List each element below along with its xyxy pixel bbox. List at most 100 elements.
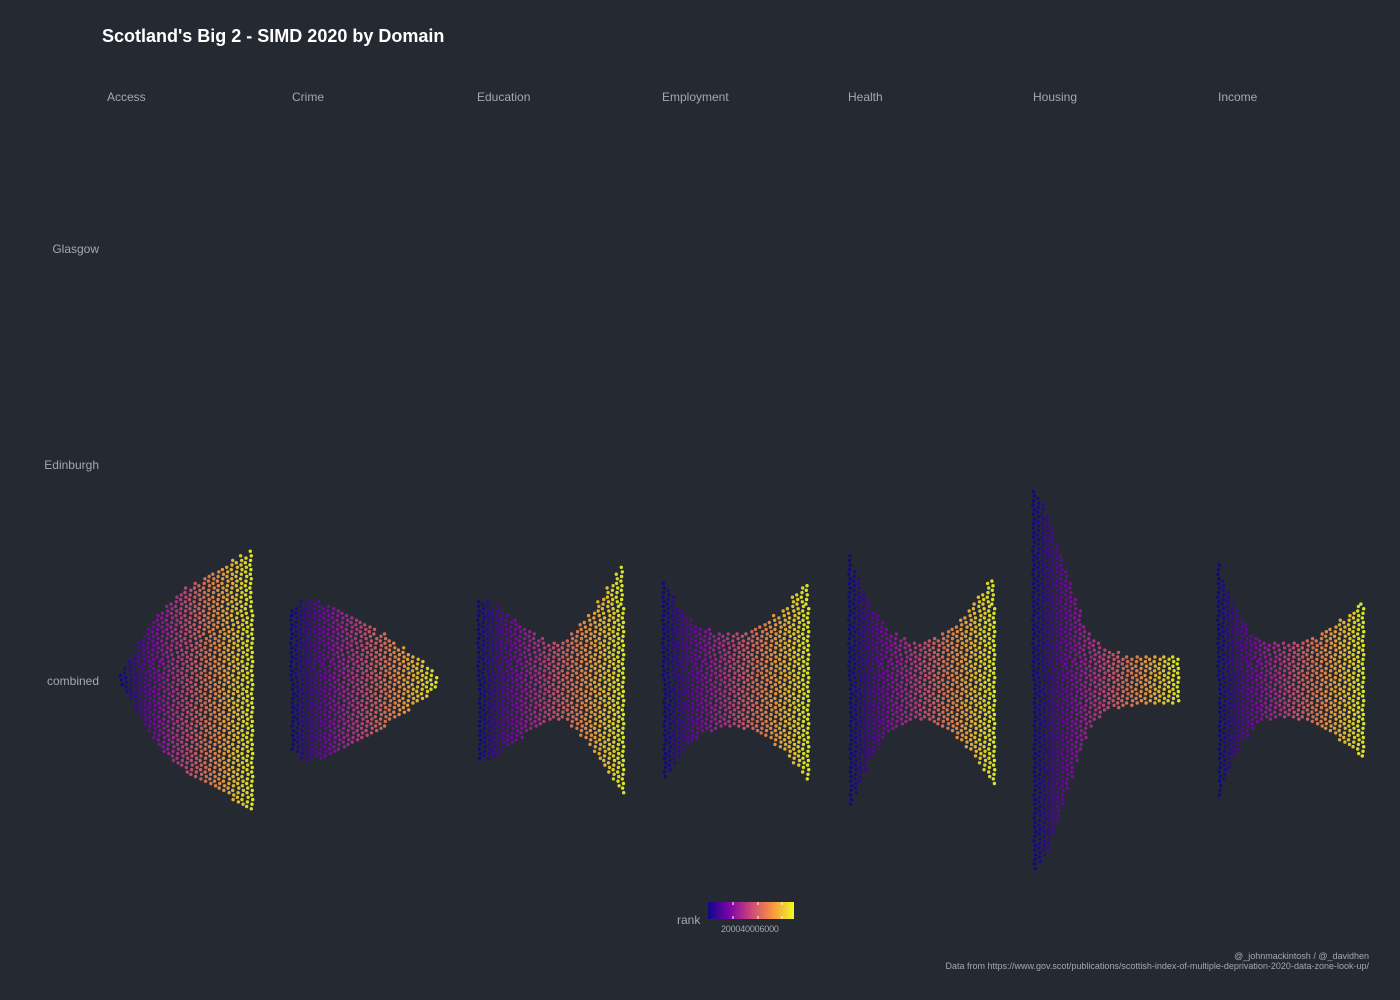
data-point [797, 712, 802, 717]
data-point [181, 676, 185, 680]
data-point [337, 742, 341, 747]
data-point [931, 669, 935, 673]
data-point [488, 678, 492, 682]
data-point [166, 742, 171, 747]
data-point [369, 712, 373, 717]
data-point [536, 643, 540, 648]
data-point [1041, 669, 1045, 673]
data-point [909, 699, 913, 703]
data-point [987, 687, 991, 691]
data-point [662, 600, 666, 604]
data-point [342, 676, 347, 680]
data-point [248, 604, 253, 609]
data-point [959, 659, 964, 664]
data-point [805, 671, 810, 675]
data-point [525, 715, 529, 719]
data-point [139, 710, 143, 714]
data-point [167, 738, 171, 742]
data-point [358, 630, 363, 634]
data-point [792, 678, 796, 682]
data-point [198, 643, 202, 648]
data-point [787, 685, 792, 689]
data-point [1045, 607, 1050, 611]
data-point [220, 604, 224, 609]
data-point [152, 685, 157, 689]
data-point [392, 673, 396, 678]
data-point [760, 722, 765, 726]
data-point [773, 682, 778, 687]
data-point [332, 745, 336, 749]
data-point [932, 687, 936, 691]
data-point [847, 659, 852, 664]
data-point [1046, 841, 1051, 845]
data-point [342, 712, 346, 717]
data-point [670, 650, 674, 655]
data-point [227, 685, 232, 689]
data-point [983, 758, 988, 763]
data-point [751, 703, 755, 707]
data-point [293, 648, 298, 652]
data-point [852, 657, 856, 661]
data-point [181, 662, 185, 666]
data-point [987, 641, 991, 645]
data-point [402, 669, 406, 673]
data-point [847, 627, 851, 632]
data-point [695, 685, 699, 689]
data-point [787, 712, 791, 717]
data-point [240, 558, 244, 563]
data-point [686, 708, 691, 712]
data-point [579, 627, 583, 632]
data-point [1032, 669, 1036, 673]
data-point [570, 659, 575, 664]
data-point [388, 689, 392, 694]
data-point [483, 735, 487, 740]
data-point [663, 751, 668, 756]
data-point [769, 634, 773, 638]
data-point [143, 689, 147, 694]
data-point [584, 676, 589, 680]
data-point [332, 699, 336, 703]
data-point [1061, 701, 1065, 705]
data-point [662, 770, 666, 774]
data-point [556, 653, 560, 657]
data-point [308, 623, 312, 627]
data-point [322, 625, 326, 629]
data-point [232, 724, 236, 728]
data-point [202, 627, 206, 632]
data-point [206, 579, 211, 583]
data-point [1047, 745, 1051, 749]
data-point [580, 692, 584, 696]
data-point [198, 634, 202, 638]
data-point [928, 657, 932, 661]
data-point [1042, 728, 1046, 733]
data-point [245, 712, 249, 717]
data-point [510, 708, 514, 712]
data-point [1059, 641, 1064, 645]
data-point [227, 791, 231, 795]
data-point [194, 655, 198, 659]
data-point [733, 694, 737, 698]
data-point [569, 701, 574, 705]
data-point [323, 671, 328, 675]
data-point [556, 712, 560, 717]
data-point [718, 641, 722, 645]
data-point [1055, 818, 1060, 822]
data-point [397, 653, 402, 657]
data-point [759, 639, 763, 643]
data-point [950, 710, 954, 714]
data-point [217, 616, 221, 620]
data-point [1038, 814, 1043, 818]
data-point [569, 678, 574, 682]
data-point [732, 712, 736, 717]
data-point [500, 625, 504, 629]
data-point [336, 623, 340, 627]
data-point [612, 689, 617, 694]
data-point [198, 699, 203, 703]
data-point [383, 705, 388, 710]
data-point [760, 712, 764, 717]
data-point [211, 572, 215, 576]
data-point [987, 609, 991, 613]
data-point [584, 634, 588, 638]
data-point [133, 703, 138, 707]
data-point [973, 754, 978, 758]
